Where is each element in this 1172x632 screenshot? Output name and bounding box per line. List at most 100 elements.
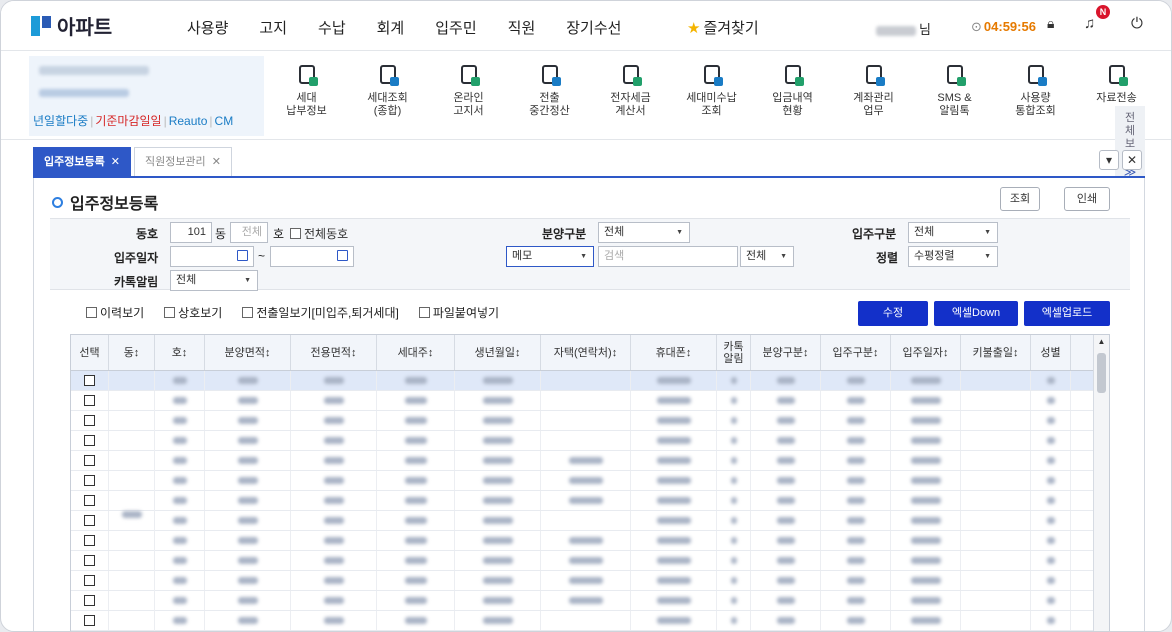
nav-item[interactable]: 장기수선 (566, 17, 621, 38)
table-cell[interactable] (71, 551, 109, 570)
table-cell[interactable] (71, 531, 109, 550)
sale-type-select[interactable]: 전체 (598, 222, 690, 243)
tab-item[interactable]: 직원정보관리 ✕ (133, 147, 232, 177)
row-checkbox[interactable] (84, 595, 95, 606)
column-header[interactable]: 카톡 알림 (717, 335, 751, 370)
row-checkbox[interactable] (84, 615, 95, 626)
column-header[interactable]: 세대주↕ (377, 335, 455, 370)
quick-item[interactable]: 전자세금 계산서 (590, 60, 671, 118)
quick-item[interactable]: 입금내역 현황 (752, 60, 833, 118)
column-header[interactable]: 전용면적↕ (291, 335, 377, 370)
tab-list-button[interactable]: ▾ (1099, 150, 1119, 170)
row-checkbox[interactable] (84, 395, 95, 406)
row-checkbox[interactable] (84, 535, 95, 546)
column-header[interactable]: 분양면적↕ (205, 335, 291, 370)
nav-item[interactable]: 고지 (259, 17, 287, 38)
column-header[interactable]: 입주일자↕ (891, 335, 961, 370)
quick-link[interactable]: Reauto (169, 114, 208, 128)
column-header[interactable]: 키불출일↕ (961, 335, 1031, 370)
option-checkbox[interactable]: 전출일보기[미입주,퇴거세대] (242, 304, 399, 321)
table-row[interactable] (71, 451, 1093, 471)
quick-item[interactable]: 계좌관리 업무 (833, 60, 914, 118)
option-checkbox[interactable]: 상호보기 (164, 304, 222, 321)
search-input[interactable]: 검색 (598, 246, 738, 267)
quick-link[interactable]: 년일할다중 (33, 114, 88, 128)
table-cell[interactable] (71, 391, 109, 410)
table-row[interactable] (71, 571, 1093, 591)
scroll-thumb[interactable] (1097, 353, 1106, 393)
move-date-to[interactable] (270, 246, 354, 267)
table-cell[interactable] (71, 511, 109, 530)
close-icon[interactable]: ✕ (212, 156, 221, 168)
column-header[interactable]: 성별 (1031, 335, 1071, 370)
tab-item[interactable]: 입주정보등록 ✕ (33, 147, 131, 177)
quick-item[interactable]: SMS & 알림톡 (914, 60, 995, 118)
table-row[interactable] (71, 391, 1093, 411)
table-cell[interactable] (71, 411, 109, 430)
quick-link[interactable]: 기준마감일일 (95, 114, 161, 128)
column-header[interactable]: 자택(연락처)↕ (541, 335, 631, 370)
scroll-up-icon[interactable]: ▲ (1094, 335, 1109, 349)
search-scope-select[interactable]: 전체 (740, 246, 794, 267)
quick-item[interactable]: 세대미수납 조회 (671, 60, 752, 118)
quick-item[interactable]: 온라인 고지서 (428, 60, 509, 118)
table-row[interactable] (71, 511, 1093, 531)
row-checkbox[interactable] (84, 375, 95, 386)
bell-icon[interactable]: ♫ (1084, 15, 1095, 32)
quick-item[interactable]: 사용량 통합조회 (995, 60, 1076, 118)
row-checkbox[interactable] (84, 415, 95, 426)
table-cell[interactable] (71, 591, 109, 610)
column-header[interactable]: 선택 (71, 335, 109, 370)
row-checkbox[interactable] (84, 575, 95, 586)
table-cell[interactable] (71, 431, 109, 450)
table-row[interactable] (71, 371, 1093, 391)
all-dongho-checkbox[interactable]: 전체동호 (290, 225, 348, 242)
ho-input[interactable]: 전체 (230, 222, 268, 243)
table-cell[interactable] (71, 371, 109, 390)
quick-link[interactable]: CM (215, 114, 234, 128)
row-checkbox[interactable] (84, 495, 95, 506)
column-header[interactable]: 휴대폰↕ (631, 335, 717, 370)
nav-item[interactable]: 회계 (377, 17, 405, 38)
quick-item[interactable]: 세대 납부정보 (266, 60, 347, 118)
option-checkbox[interactable]: 파일붙여넣기 (418, 304, 499, 321)
move-type-select[interactable]: 전체 (908, 222, 998, 243)
table-cell[interactable] (71, 471, 109, 490)
search-button[interactable]: 조회 (1000, 187, 1040, 211)
table-row[interactable] (71, 431, 1093, 451)
table-row[interactable] (71, 611, 1093, 631)
quick-item[interactable]: 전출 중간정산 (509, 60, 590, 118)
nav-item[interactable]: 직원 (508, 17, 536, 38)
option-checkbox[interactable]: 이력보기 (86, 304, 144, 321)
edit-button[interactable]: 수정 (858, 301, 928, 326)
table-cell[interactable] (71, 451, 109, 470)
table-row[interactable] (71, 551, 1093, 571)
row-checkbox[interactable] (84, 515, 95, 526)
column-header[interactable]: 입주구분↕ (821, 335, 891, 370)
memo-select[interactable]: 메모 (506, 246, 594, 267)
table-scrollbar[interactable]: ▲ (1093, 335, 1109, 631)
table-row[interactable] (71, 411, 1093, 431)
quick-item[interactable]: 세대조회 (종합) (347, 60, 428, 118)
row-checkbox[interactable] (84, 555, 95, 566)
calendar-icon[interactable] (237, 250, 248, 261)
column-header[interactable]: 생년월일↕ (455, 335, 541, 370)
row-checkbox[interactable] (84, 455, 95, 466)
close-all-tabs-button[interactable]: ✕ (1122, 150, 1142, 170)
lock-icon[interactable]: 🔒︎ (1047, 15, 1054, 32)
column-header[interactable]: 분양구분↕ (751, 335, 821, 370)
excel-upload-button[interactable]: 엑셀업로드 (1024, 301, 1110, 326)
row-checkbox[interactable] (84, 435, 95, 446)
table-row[interactable] (71, 531, 1093, 551)
close-icon[interactable]: ✕ (111, 156, 120, 168)
print-button[interactable]: 인쇄 (1064, 187, 1110, 211)
nav-item[interactable]: 사용량 (187, 17, 228, 38)
table-row[interactable] (71, 491, 1093, 511)
app-logo[interactable]: 아파트 (31, 11, 112, 40)
sort-select[interactable]: 수평정렬 (908, 246, 998, 267)
nav-item[interactable]: 입주민 (435, 17, 476, 38)
table-row[interactable] (71, 471, 1093, 491)
table-row[interactable] (71, 591, 1093, 611)
nav-item[interactable]: 수납 (318, 17, 346, 38)
dong-input[interactable]: 101 (170, 222, 212, 243)
